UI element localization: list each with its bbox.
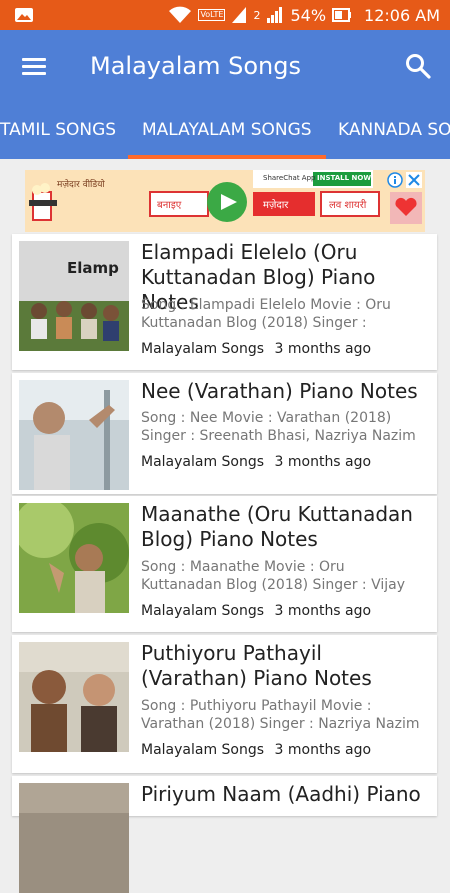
post-description: Song : Elampadi Elelelo Movie : Oru Kutt…	[141, 297, 391, 331]
post-category[interactable]: Malayalam Songs	[141, 341, 264, 357]
tab-tamil-songs[interactable]: TAMIL SONGS	[0, 102, 116, 159]
post-category[interactable]: Malayalam Songs	[141, 742, 264, 758]
signal-icon-1	[232, 7, 247, 23]
menu-icon[interactable]	[22, 57, 46, 75]
thumbnail-caption: Elamp	[67, 259, 119, 277]
app-title: Malayalam Songs	[90, 52, 301, 80]
post-description: Song : Maanathe Movie : Oru Kuttanadan B…	[141, 559, 405, 593]
post-thumbnail: Elamp	[19, 241, 129, 351]
post-card[interactable]: Piriyum Naam (Aadhi) Piano	[12, 776, 437, 893]
post-meta: Malayalam Songs 3 months ago	[141, 454, 371, 470]
post-thumbnail	[19, 503, 129, 613]
tab-kannada-songs[interactable]: KANNADA SONGS	[338, 102, 450, 159]
post-category[interactable]: Malayalam Songs	[141, 603, 264, 619]
battery-percent: 54%	[290, 5, 327, 25]
post-time: 3 months ago	[274, 603, 372, 619]
post-card[interactable]: Maanathe (Oru Kuttanadan Blog) Piano Not…	[12, 496, 437, 632]
search-icon[interactable]	[404, 52, 432, 80]
ad-left-text: मज़ेदार वीडियो	[57, 180, 105, 190]
post-category[interactable]: Malayalam Songs	[141, 454, 264, 470]
post-card[interactable]: Elamp Elampadi Elelelo (Oru Kuttanadan B…	[12, 234, 437, 370]
ad-brand-label: ShareChat App	[263, 174, 316, 182]
post-meta: Malayalam Songs 3 months ago	[141, 341, 371, 357]
ad-close-icon[interactable]	[406, 172, 422, 188]
post-title: Puthiyoru Pathayil (Varathan) Piano Note…	[141, 641, 372, 690]
sim-slot-label: 2	[253, 8, 261, 22]
post-thumbnail	[19, 380, 129, 490]
post-meta: Malayalam Songs 3 months ago	[141, 603, 371, 619]
post-thumbnail	[19, 642, 129, 752]
ad-center-left-text: बनाइए	[157, 200, 182, 211]
battery-icon	[332, 8, 352, 22]
volte-badge: VoLTE	[198, 9, 226, 21]
post-title: Piriyum Naam (Aadhi) Piano	[141, 782, 421, 806]
ad-install-button[interactable]: INSTALL NOW	[317, 174, 371, 182]
category-tabs: TAMIL SONGS MALAYALAM SONGS KANNADA SONG…	[0, 102, 450, 159]
ad-right-text: लव शायरी	[329, 200, 367, 211]
post-description: Song : Nee Movie : Varathan (2018) Singe…	[141, 410, 416, 444]
wifi-icon	[169, 6, 192, 23]
status-bar: VoLTE 2 54% 12:06 AM	[0, 0, 450, 30]
ad-info-icon[interactable]	[387, 172, 403, 188]
post-title: Maanathe (Oru Kuttanadan Blog) Piano Not…	[141, 502, 413, 551]
tab-malayalam-songs[interactable]: MALAYALAM SONGS	[128, 102, 326, 159]
post-description: Song : Puthiyoru Pathayil Movie : Varath…	[141, 698, 420, 732]
post-title: Nee (Varathan) Piano Notes	[141, 379, 418, 403]
post-card[interactable]: Puthiyoru Pathayil (Varathan) Piano Note…	[12, 635, 437, 773]
ad-center-right-text: मज़ेदार	[263, 200, 289, 211]
gallery-notification-icon	[15, 8, 33, 22]
post-meta: Malayalam Songs 3 months ago	[141, 742, 371, 758]
app-bar: Malayalam Songs	[0, 30, 450, 102]
ad-banner[interactable]: मज़ेदार वीडियो बनाइए मज़ेदार लव शायरी Sh…	[25, 170, 425, 232]
post-time: 3 months ago	[274, 742, 372, 758]
signal-icon-2	[267, 7, 283, 23]
post-time: 3 months ago	[274, 341, 372, 357]
post-card[interactable]: Nee (Varathan) Piano Notes Song : Nee Mo…	[12, 373, 437, 494]
post-time: 3 months ago	[274, 454, 372, 470]
clock: 12:06 AM	[364, 5, 440, 25]
